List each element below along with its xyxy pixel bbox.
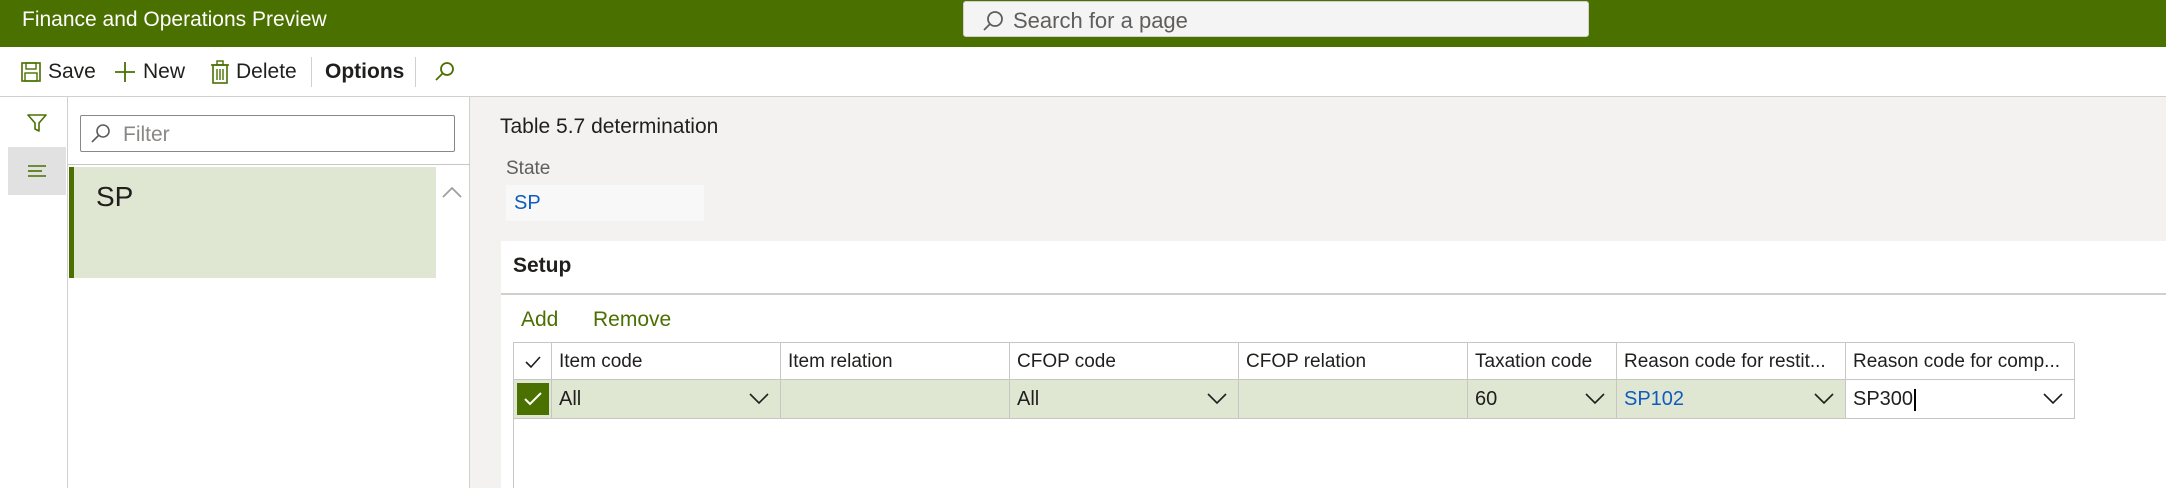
save-label: Save <box>48 60 96 83</box>
search-input[interactable]: Search for a page <box>963 1 1589 37</box>
cfop-code-cell[interactable]: All <box>1010 380 1239 419</box>
column-header-reason-restit[interactable]: Reason code for restit... <box>1617 343 1846 380</box>
reason-comp-value: SP300 <box>1853 388 1914 410</box>
grid-header: Item code Item relation CFOP code CFOP r… <box>514 342 2075 380</box>
list-icon <box>28 165 46 177</box>
filter-input[interactable]: Filter <box>80 115 455 152</box>
search-icon <box>435 62 454 81</box>
cfop-code-value: All <box>1017 388 1040 410</box>
search-icon <box>983 11 1003 31</box>
setup-fasttab: Setup Add Remove Item code Item relation… <box>501 241 2166 488</box>
options-button[interactable]: Options <box>325 47 404 97</box>
new-label: New <box>143 60 186 83</box>
row-checkbox[interactable] <box>517 383 549 415</box>
cfop-relation-cell[interactable] <box>1239 380 1468 419</box>
save-button[interactable]: Save <box>20 47 96 97</box>
column-header-taxation-code[interactable]: Taxation code <box>1468 343 1617 380</box>
column-header-item-relation[interactable]: Item relation <box>781 343 1010 380</box>
scroll-up-button[interactable] <box>436 167 468 217</box>
delete-label: Delete <box>236 60 297 83</box>
list-item-label: SP <box>96 181 134 212</box>
chevron-down-icon[interactable] <box>748 390 770 406</box>
delete-button[interactable]: Delete <box>210 47 297 97</box>
find-button[interactable] <box>432 47 462 97</box>
text-cursor <box>1914 388 1917 411</box>
divider <box>501 293 2166 295</box>
select-all-checkbox[interactable] <box>514 343 552 380</box>
column-header-reason-comp[interactable]: Reason code for comp... <box>1846 343 2075 380</box>
item-code-value: All <box>559 388 582 410</box>
left-rail <box>0 97 68 488</box>
checkmark-icon <box>524 355 541 368</box>
checkmark-icon <box>524 392 542 406</box>
chevron-down-icon[interactable] <box>2042 390 2064 406</box>
chevron-down-icon[interactable] <box>1813 390 1835 406</box>
setup-grid: Item code Item relation CFOP code CFOP r… <box>513 342 2075 488</box>
app-title: Finance and Operations Preview <box>22 8 327 31</box>
top-bar: Finance and Operations Preview Search fo… <box>0 0 2166 47</box>
filter-placeholder: Filter <box>123 123 170 146</box>
list-view-button[interactable] <box>8 147 66 195</box>
divider <box>68 164 470 165</box>
item-relation-cell[interactable] <box>781 380 1010 419</box>
state-label: State <box>506 158 551 179</box>
filter-icon <box>27 114 47 132</box>
action-pane: Save New Delete Options <box>0 47 2166 97</box>
reason-comp-cell[interactable]: SP300 <box>1846 380 2075 419</box>
row-select-cell[interactable] <box>514 380 552 419</box>
page-title: Table 5.7 determination <box>500 115 719 138</box>
save-icon <box>21 62 41 82</box>
taxation-code-cell[interactable]: 60 <box>1468 380 1617 419</box>
column-header-item-code[interactable]: Item code <box>552 343 781 380</box>
new-button[interactable]: New <box>113 47 185 97</box>
search-placeholder: Search for a page <box>1013 8 1188 33</box>
column-header-cfop-relation[interactable]: CFOP relation <box>1239 343 1468 380</box>
details-pane: Table 5.7 determination State SP Setup A… <box>471 97 2166 488</box>
list-item[interactable]: SP <box>69 167 436 278</box>
add-button[interactable]: Add <box>521 302 558 338</box>
column-header-cfop-code[interactable]: CFOP code <box>1010 343 1239 380</box>
item-code-cell[interactable]: All <box>552 380 781 419</box>
options-label: Options <box>325 60 405 83</box>
toolbar-divider <box>415 57 416 87</box>
state-field[interactable]: SP <box>506 185 704 221</box>
setup-title[interactable]: Setup <box>513 254 571 278</box>
taxation-code-value: 60 <box>1475 388 1498 410</box>
filter-pane-button[interactable] <box>8 99 66 147</box>
toolbar-divider <box>311 57 312 87</box>
table-row[interactable]: All All 60 SP102 SP300 <box>514 380 2075 419</box>
trash-icon <box>211 60 229 84</box>
list-pane: Filter SP <box>68 97 470 488</box>
chevron-down-icon[interactable] <box>1584 390 1606 406</box>
search-icon <box>91 124 110 143</box>
remove-button[interactable]: Remove <box>593 302 671 338</box>
reason-restit-cell[interactable]: SP102 <box>1617 380 1846 419</box>
plus-icon <box>115 62 135 82</box>
chevron-down-icon[interactable] <box>1206 390 1228 406</box>
reason-restit-value[interactable]: SP102 <box>1624 388 1684 410</box>
chevron-up-icon <box>442 186 462 198</box>
